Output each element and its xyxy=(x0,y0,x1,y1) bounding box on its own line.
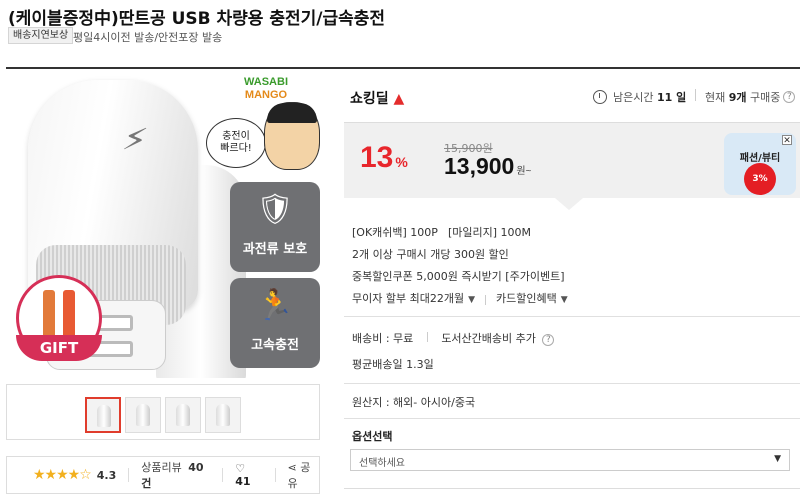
rating-bar: ★★★★☆ 4.3 상품리뷰 40건 ♡ 41 ⋖ 공유 xyxy=(6,456,320,494)
promo-badge: 3% xyxy=(744,163,776,195)
thumbnail-3[interactable] xyxy=(165,397,201,433)
help-icon[interactable]: ? xyxy=(783,91,796,103)
option-select[interactable]: 선택하세요 ▼ xyxy=(350,449,790,471)
thumbnail-image xyxy=(97,405,111,427)
buyers-value: 9개 xyxy=(728,91,747,104)
divider xyxy=(274,468,276,482)
current-buyers: 현재 9개 구매중 ? xyxy=(705,89,796,105)
brand-logo: WASABI MANGO xyxy=(244,76,288,102)
chevron-down-icon: ▼ xyxy=(560,295,568,305)
star-rating-icon: ★★★★☆ xyxy=(33,467,92,483)
section-divider xyxy=(344,316,800,317)
country-of-origin: 원산지 : 해외- 아시아/중국 xyxy=(352,396,476,409)
share-button[interactable]: ⋖ 공유 xyxy=(288,459,319,491)
shipping-note: 평일4시이전 발송/안전포장 발송 xyxy=(73,31,223,44)
cable-image xyxy=(43,290,55,340)
like-button[interactable]: ♡ 41 xyxy=(235,462,262,488)
lightning-icon: ⚡ xyxy=(119,118,151,162)
chevron-down-icon: ▼ xyxy=(774,454,781,464)
thumbnail-4[interactable] xyxy=(205,397,241,433)
gift-label: GIFT xyxy=(16,335,102,361)
option-placeholder: 선택하세요 xyxy=(359,458,405,469)
divider xyxy=(222,468,224,482)
brand-logo-line1: WASABI xyxy=(244,76,288,88)
discount-unit: % xyxy=(395,154,408,170)
share-icon: ⋖ xyxy=(287,461,297,474)
points-row: [OK캐쉬백] 100P [마일리지] 100M xyxy=(352,222,568,244)
chevron-down-icon: ▼ xyxy=(468,295,475,305)
payment-row: 무이자 할부 최대22개월 ▼ 카드할인혜택 ▼ xyxy=(352,288,568,311)
overcurrent-protection-tile: 🛡 과전류 보호 xyxy=(230,182,320,272)
buyers-suffix: 구매중 xyxy=(750,91,781,104)
tile-label: 과전류 보호 xyxy=(242,242,308,257)
cartoon-hair xyxy=(267,103,317,123)
delay-compensation-badge: 배송지연보상 xyxy=(8,27,74,44)
product-main-image[interactable]: ⚡ WASABI MANGO 충전이 빠르다! 🛡 과전류 보호 🏃 고속충전 … xyxy=(6,70,326,378)
time-remaining: 남은시간 11 일 xyxy=(593,89,686,105)
card-discount-label: 카드할인혜택 xyxy=(496,292,557,305)
thumbnail-image xyxy=(136,404,150,426)
option-title: 옵션선택 xyxy=(352,430,393,443)
gift-cable-badge: GIFT xyxy=(16,275,102,361)
section-divider xyxy=(344,418,800,419)
mileage-points: [마일리지] 100M xyxy=(447,226,531,239)
installment-label: 무이자 할부 최대22개월 xyxy=(352,292,465,305)
thumbnail-image xyxy=(216,404,230,426)
remote-area-fee: 도서산간배송비 추가 xyxy=(441,332,536,345)
panel-notch xyxy=(555,198,583,210)
flag-icon: ▲ xyxy=(393,91,405,107)
help-icon[interactable]: ? xyxy=(542,334,555,346)
like-count: 41 xyxy=(235,475,251,488)
title-divider xyxy=(6,67,800,69)
card-discount-dropdown[interactable]: 카드할인혜택 ▼ xyxy=(496,288,568,311)
seller-logo-text: 쇼킹딜 xyxy=(350,91,389,107)
cable-image xyxy=(63,290,75,340)
section-divider xyxy=(344,488,800,489)
cartoon-face xyxy=(264,102,320,170)
shipping-row: 배송비 : 무료 도서산간배송비 추가 ? xyxy=(352,326,555,352)
reviews-label: 상품리뷰 xyxy=(141,461,182,474)
divider xyxy=(426,332,428,342)
divider xyxy=(485,294,486,305)
benefits-list: [OK캐쉬백] 100P [마일리지] 100M 2개 이상 구매시 개당 30… xyxy=(352,222,568,311)
seller-logo[interactable]: 쇼킹딜 ▲ xyxy=(350,88,404,108)
promo-banner[interactable]: ✕ 패션/뷰티 3% xyxy=(724,133,796,195)
sale-price-unit: 원~ xyxy=(516,166,532,177)
sale-price: 13,900 원~ xyxy=(444,153,531,180)
shield-icon: 🛡 xyxy=(255,192,295,227)
time-prefix: 남은시간 xyxy=(613,91,654,104)
speech-bubble: 충전이 빠르다! xyxy=(206,118,266,168)
multi-buy-discount: 2개 이상 구매시 개당 300원 할인 xyxy=(352,248,509,261)
discount-value: 13 xyxy=(360,141,394,174)
heart-icon: ♡ xyxy=(235,462,246,475)
shipping-info: 배송비 : 무료 도서산간배송비 추가 ? 평균배송일 1.3일 xyxy=(352,326,555,378)
rating-value: 4.3 xyxy=(96,468,117,482)
section-divider xyxy=(344,383,800,384)
thumbnail-1[interactable] xyxy=(85,397,121,433)
thumbnail-image xyxy=(176,404,190,426)
tile-label: 고속충전 xyxy=(251,338,299,353)
divider xyxy=(695,89,696,101)
discount-rate: 13% xyxy=(360,141,408,175)
price-panel: 13% 15,900원 13,900 원~ ✕ 패션/뷰티 3% xyxy=(344,122,800,198)
shipping-fee: 배송비 : 무료 xyxy=(352,332,414,345)
divider xyxy=(128,468,130,482)
reviews-link[interactable]: 상품리뷰 40건 xyxy=(141,459,210,491)
buyers-prefix: 현재 xyxy=(705,91,726,104)
brand-logo-line2: MANGO xyxy=(244,89,288,101)
sale-price-value: 13,900 xyxy=(444,153,515,179)
fast-charge-tile: 🏃 고속충전 xyxy=(230,278,320,368)
thumbnail-strip xyxy=(6,384,320,440)
coupon-link[interactable]: 중복할인쿠폰 5,000원 즉시받기 [주가이벤트] xyxy=(352,266,568,288)
promo-label: 패션/뷰티 xyxy=(739,153,781,164)
running-icon: 🏃 xyxy=(256,288,294,323)
average-delivery-days: 평균배송일 1.3일 xyxy=(352,358,434,371)
installment-dropdown[interactable]: 무이자 할부 최대22개월 ▼ xyxy=(352,288,475,311)
clock-icon xyxy=(593,90,607,104)
thumbnail-2[interactable] xyxy=(125,397,161,433)
product-title: (케이블증정中)딴트공 USB 차량용 충전기/급속충전 xyxy=(8,9,386,29)
close-icon[interactable]: ✕ xyxy=(782,135,792,146)
okcashbag-points: [OK캐쉬백] 100P xyxy=(352,226,438,239)
time-value: 11 일 xyxy=(656,91,687,104)
